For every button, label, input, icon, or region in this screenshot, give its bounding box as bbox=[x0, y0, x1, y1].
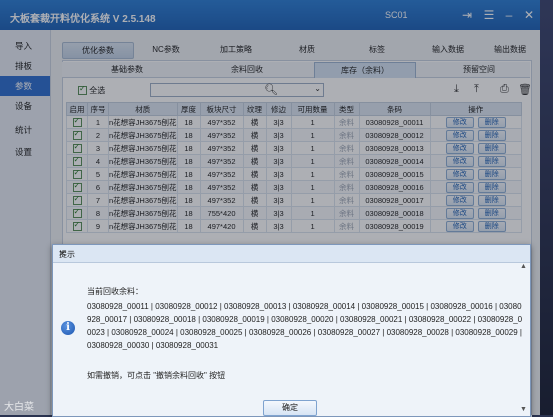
dialog-note: 如需撤销，可点击 "撤销余料回收" 按钮 bbox=[87, 371, 226, 380]
info-dialog: 提示 ✕ i 当前回收余料： 03080928_00011 | 03080928… bbox=[52, 244, 531, 417]
close-icon[interactable]: ✕ bbox=[59, 249, 524, 258]
scroll-down-icon[interactable]: ▼ bbox=[520, 406, 527, 413]
dialog-title-bar: 提示 ✕ bbox=[53, 245, 530, 263]
dialog-codes: 03080928_00011 | 03080928_00012 | 030809… bbox=[87, 302, 523, 350]
watermark: 大白菜 bbox=[4, 402, 34, 413]
scroll-up-icon[interactable]: ▲ bbox=[520, 263, 527, 270]
info-icon: i bbox=[61, 321, 75, 335]
ok-button[interactable]: 确定 bbox=[263, 400, 317, 416]
dialog-message: 当前回收余料： 03080928_00011 | 03080928_00012 … bbox=[87, 285, 525, 382]
dialog-scrollbar[interactable]: ▲ ▼ bbox=[518, 263, 528, 413]
dialog-heading: 当前回收余料： bbox=[87, 287, 143, 296]
